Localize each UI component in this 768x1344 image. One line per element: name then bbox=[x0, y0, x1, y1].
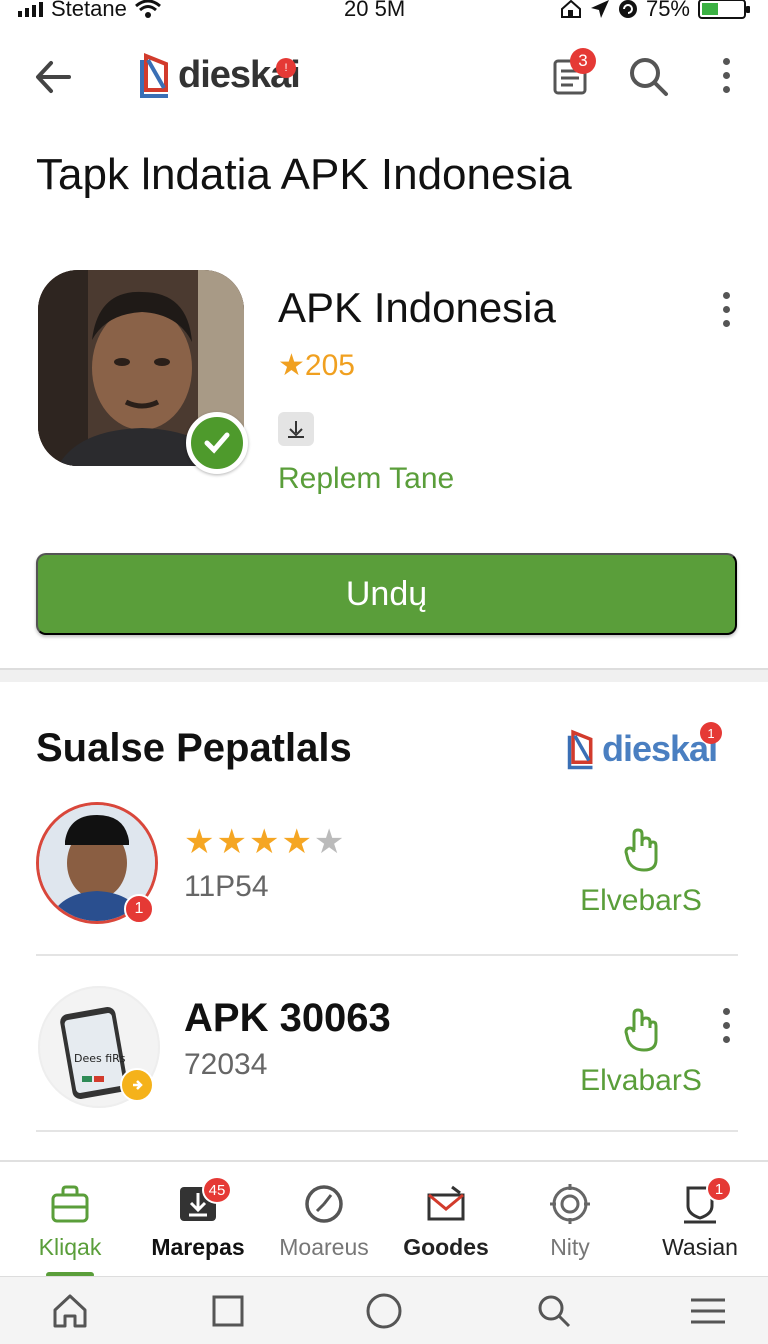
home-icon bbox=[53, 1294, 87, 1328]
system-home-button[interactable] bbox=[46, 1287, 94, 1335]
download-box-icon: 45 bbox=[176, 1176, 232, 1226]
nav-label: Nity bbox=[550, 1234, 590, 1260]
arrow-left-icon bbox=[36, 61, 71, 93]
nav-label: Moareus bbox=[279, 1234, 369, 1260]
nav-badge: 45 bbox=[202, 1176, 232, 1204]
search-icon bbox=[630, 58, 668, 96]
nav-label: Kliqak bbox=[38, 1234, 102, 1260]
battery-percent: 75% bbox=[645, 0, 690, 21]
bag-icon bbox=[48, 1182, 92, 1226]
status-bar: Stetane 20 5M 75% bbox=[0, 0, 768, 22]
list-item-action-label-2: ElvabarS bbox=[580, 1064, 702, 1097]
hamburger-icon bbox=[691, 1298, 725, 1324]
list-item-title: APK 30063 bbox=[184, 996, 391, 1040]
logo-mark-icon bbox=[567, 729, 593, 770]
clock: 20 5M bbox=[344, 0, 406, 21]
nav-label: Marepas bbox=[151, 1234, 245, 1260]
nav-item-nity[interactable]: Nity bbox=[506, 1162, 634, 1278]
list-item-meta-2: 72034 bbox=[184, 1048, 268, 1081]
square-icon bbox=[212, 1295, 244, 1327]
nav-item-marepas[interactable]: 45 Marepas bbox=[134, 1162, 262, 1278]
nav-item-moareus[interactable]: Moareus bbox=[260, 1162, 388, 1278]
notification-badge: 3 bbox=[570, 48, 596, 74]
section-title: Sualse Pepatlals bbox=[36, 726, 352, 770]
carrier-label: Stetane bbox=[51, 0, 127, 21]
notifications-button[interactable]: 3 bbox=[546, 48, 596, 100]
back-button[interactable] bbox=[30, 54, 76, 100]
sync-icon bbox=[618, 0, 637, 18]
page-title: Tapk lndatia APK Indonesia bbox=[36, 150, 572, 199]
app-rating: ★205 bbox=[278, 349, 355, 382]
list-item-action-2[interactable]: ElvabarS bbox=[566, 1008, 716, 1098]
search-button[interactable] bbox=[624, 52, 672, 100]
nav-item-goodes[interactable]: Goodes bbox=[382, 1162, 510, 1278]
verified-badge-icon bbox=[186, 412, 248, 474]
section-brand-logo: dieskai 1 bbox=[566, 722, 722, 770]
list-item-action[interactable]: ElvebarS bbox=[566, 828, 716, 918]
avatar-badge: 1 bbox=[124, 894, 154, 924]
brand-dot-badge: ! bbox=[276, 58, 296, 78]
app-bar: dieskai ! 3 bbox=[0, 40, 768, 112]
app-name: APK Indonesia bbox=[278, 284, 556, 331]
list-divider bbox=[36, 954, 738, 956]
overflow-menu-button[interactable] bbox=[721, 58, 731, 93]
brand-logo[interactable]: dieskai ! bbox=[138, 52, 301, 98]
bottom-nav: Kliqak 45 Marepas Moareus Goodes Nity 1 … bbox=[0, 1160, 768, 1278]
list-item-menu-button[interactable] bbox=[721, 1008, 731, 1043]
list-item-action-label: ElvebarS bbox=[580, 884, 702, 917]
battery-icon bbox=[698, 0, 750, 19]
system-search-button[interactable] bbox=[530, 1287, 578, 1335]
section-brand-badge: 1 bbox=[700, 722, 722, 744]
nav-badge: 1 bbox=[706, 1176, 732, 1202]
system-circle-button[interactable] bbox=[360, 1287, 408, 1335]
nav-item-wasian[interactable]: 1 Wasian bbox=[636, 1162, 764, 1278]
mail-icon bbox=[424, 1182, 468, 1226]
list-divider-2 bbox=[36, 1130, 738, 1132]
stars-filled: ★★★★ bbox=[184, 823, 314, 861]
developer-link[interactable]: Replem Tane bbox=[278, 462, 454, 496]
circle-icon bbox=[366, 1293, 402, 1329]
section-divider bbox=[0, 668, 768, 682]
wifi-icon bbox=[134, 0, 161, 18]
shield-icon: 1 bbox=[678, 1176, 732, 1226]
target-icon bbox=[548, 1182, 592, 1226]
system-menu-button[interactable] bbox=[684, 1287, 732, 1335]
nav-item-kliqak[interactable]: Kliqak bbox=[6, 1162, 134, 1278]
system-nav-bar bbox=[0, 1276, 768, 1344]
hand-icon bbox=[624, 1008, 658, 1052]
nav-label: Wasian bbox=[662, 1234, 738, 1260]
phone-caption: Dees fiRs bbox=[74, 1052, 126, 1065]
home-status-icon bbox=[560, 0, 581, 18]
location-icon bbox=[590, 0, 609, 18]
download-size-icon bbox=[278, 412, 314, 446]
rating-stars: ★★★★★ bbox=[184, 822, 346, 862]
nav-label: Goodes bbox=[403, 1234, 489, 1260]
install-button[interactable]: Undų bbox=[36, 553, 737, 635]
app-menu-button[interactable] bbox=[721, 292, 731, 327]
system-recents-button[interactable] bbox=[204, 1287, 252, 1335]
arrow-badge-icon bbox=[120, 1068, 154, 1102]
list-item-meta: 11P54 bbox=[184, 870, 269, 903]
logo-mark-icon bbox=[140, 53, 168, 98]
search-icon bbox=[538, 1295, 571, 1328]
hand-icon bbox=[624, 828, 658, 872]
signal-icon bbox=[18, 1, 43, 17]
clock-icon bbox=[302, 1182, 346, 1226]
stars-empty: ★ bbox=[313, 823, 347, 861]
